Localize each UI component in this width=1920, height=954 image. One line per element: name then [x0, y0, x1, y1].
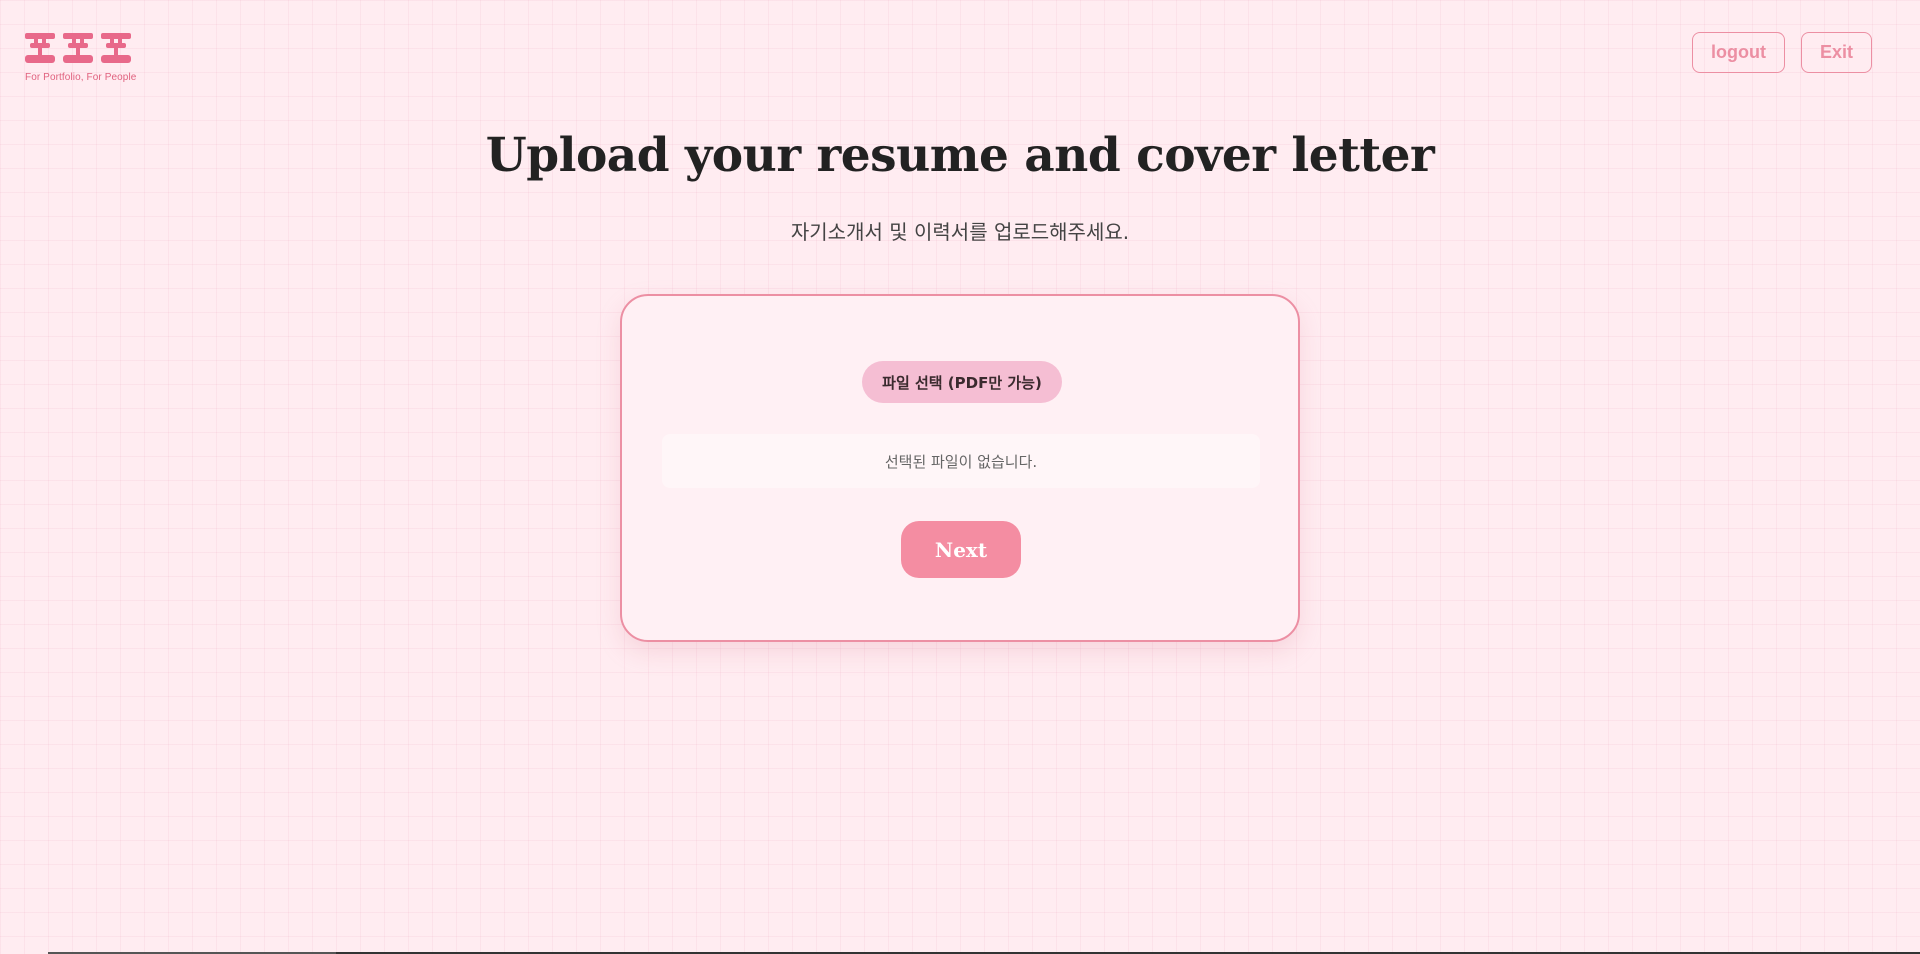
file-status-text: 선택된 파일이 없습니다.	[662, 434, 1260, 488]
file-select-button[interactable]: 파일 선택 (PDF만 가능)	[862, 361, 1062, 403]
header-actions: logout Exit	[1692, 32, 1872, 73]
upload-card: 파일 선택 (PDF만 가능) 선택된 파일이 없습니다. Next	[620, 294, 1300, 642]
page-subtitle: 자기소개서 및 이력서를 업로드해주세요.	[790, 220, 1130, 244]
logo-mark	[25, 33, 131, 63]
next-button[interactable]: Next	[901, 521, 1021, 578]
logout-button[interactable]: logout	[1692, 32, 1785, 73]
exit-button[interactable]: Exit	[1800, 32, 1872, 73]
page-title: Upload your resume and cover letter	[485, 128, 1435, 183]
logo[interactable]: For Portfolio, For People	[25, 33, 137, 83]
logo-tagline: For Portfolio, For People	[25, 72, 137, 83]
